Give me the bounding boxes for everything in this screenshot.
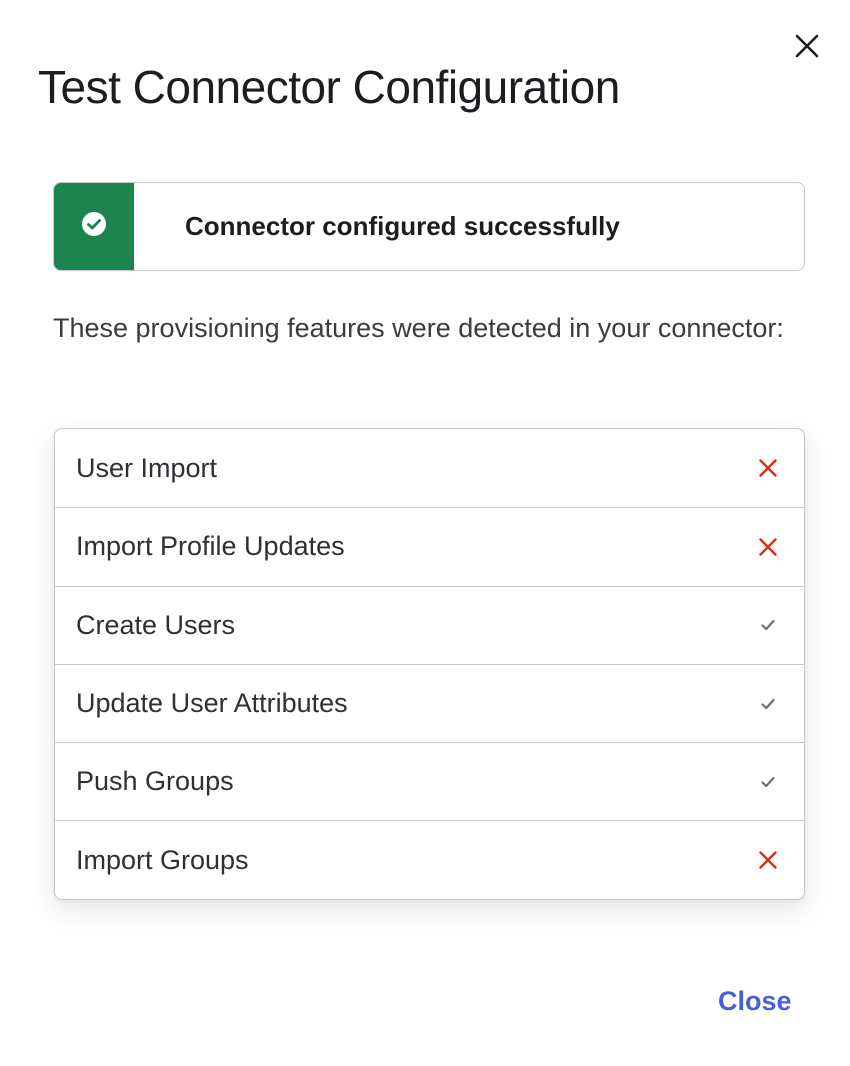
feature-row: Update User Attributes	[55, 663, 804, 742]
feature-label: Import Profile Updates	[76, 531, 345, 562]
check-circle-icon	[81, 211, 107, 242]
close-icon[interactable]	[792, 31, 822, 61]
success-callout: Connector configured successfully	[53, 182, 805, 271]
feature-label: Update User Attributes	[76, 688, 348, 719]
cross-icon	[756, 848, 780, 872]
dialog-title: Test Connector Configuration	[38, 61, 620, 113]
feature-row: Import Groups	[55, 820, 804, 898]
feature-label: Import Groups	[76, 844, 249, 875]
feature-label: Create Users	[76, 609, 236, 640]
checkmark-icon	[756, 770, 780, 794]
intro-text: These provisioning features were detecte…	[53, 313, 784, 343]
checkmark-icon	[756, 692, 780, 716]
feature-label: Push Groups	[76, 766, 234, 797]
feature-row: Create Users	[55, 585, 804, 664]
checkmark-icon	[756, 613, 780, 637]
feature-label: User Import	[76, 452, 218, 483]
feature-row: User Import	[55, 429, 804, 507]
feature-list: User Import Import Profile Updates Create …	[54, 428, 805, 900]
feature-row: Push Groups	[55, 742, 804, 820]
callout-message: Connector configured successfully	[185, 211, 620, 241]
cross-icon	[756, 535, 780, 559]
feature-row: Import Profile Updates	[55, 507, 804, 585]
cross-icon	[756, 456, 780, 480]
test-connector-dialog: Test Connector Configuration Connector c…	[0, 0, 850, 1066]
close-button[interactable]: Close	[718, 986, 792, 1017]
callout-accent-band	[54, 183, 134, 270]
